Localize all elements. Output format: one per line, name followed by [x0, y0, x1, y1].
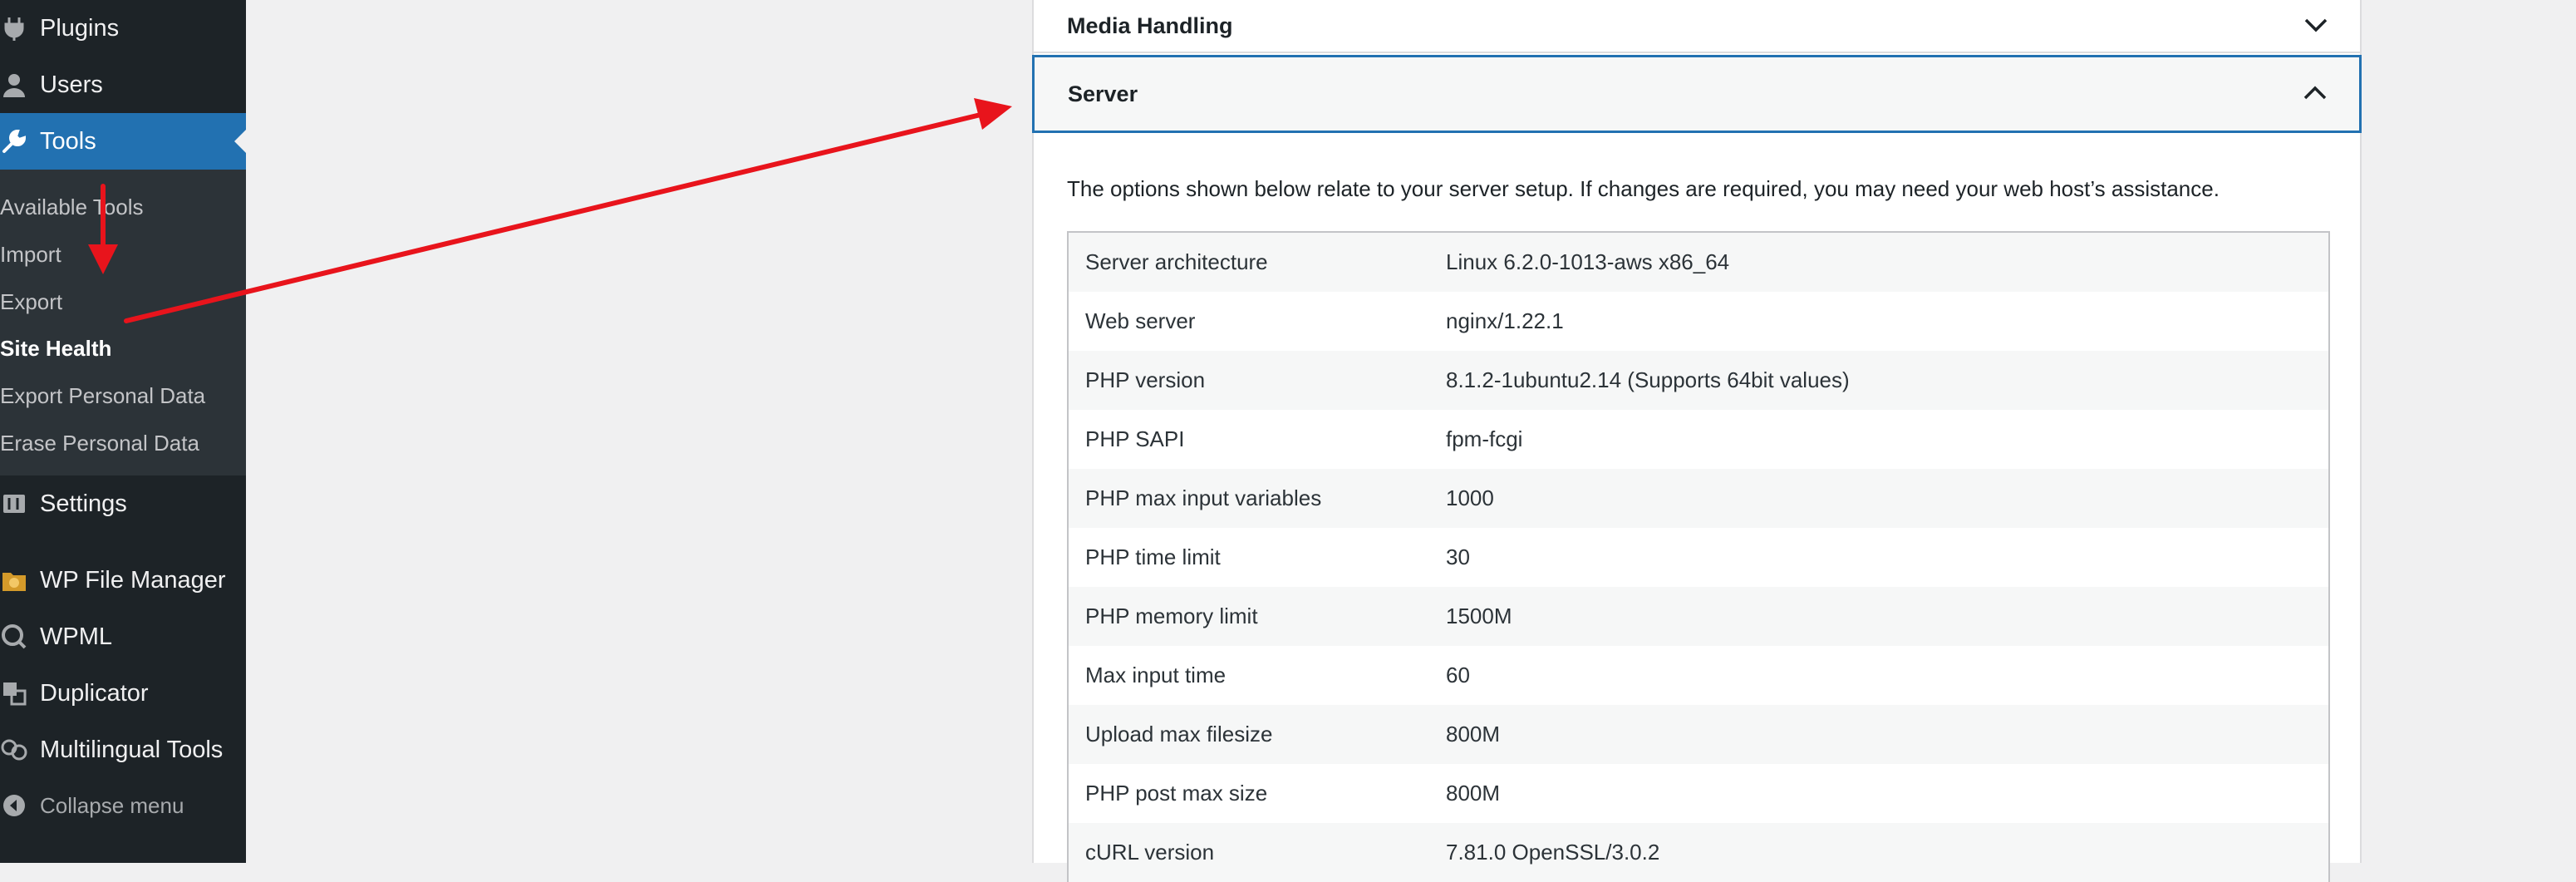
sidebar-item-label: Settings: [40, 490, 127, 517]
site-health-info-panel: Media Handling Server The options shown …: [1032, 0, 2362, 882]
table-row: Upload max filesize 800M: [1069, 705, 2328, 764]
row-key: PHP version: [1085, 367, 1206, 392]
row-value: 60: [1446, 663, 1470, 687]
row-key: PHP time limit: [1085, 544, 1221, 569]
row-value: 800M: [1446, 722, 1501, 746]
user-icon: [0, 71, 28, 99]
row-key: PHP SAPI: [1085, 426, 1185, 451]
table-row: PHP memory limit 1500M: [1069, 587, 2328, 646]
sidebar-item-label: Users: [40, 71, 103, 98]
multilingual-icon: [0, 736, 28, 764]
row-value: 1500M: [1446, 604, 1512, 628]
server-info-table: Server architecture Linux 6.2.0-1013-aws …: [1067, 231, 2330, 882]
duplicator-icon: [0, 679, 28, 707]
collapse-menu-label: Collapse menu: [40, 792, 184, 818]
accordion-media-handling[interactable]: Media Handling: [1034, 0, 2360, 53]
chevron-up-icon: [2303, 81, 2328, 107]
accordion-title: Media Handling: [1067, 12, 1233, 38]
row-key: Web server: [1085, 308, 1196, 333]
sidebar-item-multilingual-tools[interactable]: Multilingual Tools: [0, 722, 246, 778]
row-value: 7.81.0 OpenSSL/3.0.2: [1446, 840, 1660, 865]
row-value: 800M: [1446, 781, 1501, 806]
collapse-icon: [0, 791, 28, 820]
wpml-icon: [0, 623, 28, 651]
row-value: 8.1.2-1ubuntu2.14 (Supports 64bit values…: [1446, 367, 1850, 392]
submenu-item-site-health[interactable]: Site Health: [0, 328, 111, 369]
sidebar-item-wpml[interactable]: WPML: [0, 609, 246, 665]
row-key: Server architecture: [1085, 249, 1268, 274]
submenu-item-erase-personal-data[interactable]: Erase Personal Data: [0, 422, 199, 464]
admin-sidebar: Plugins Users Tools Available Tools Impo…: [0, 0, 246, 863]
sidebar-item-wp-file-manager[interactable]: WP File Manager: [0, 552, 246, 609]
row-key: PHP post max size: [1085, 781, 1268, 806]
collapse-menu-button[interactable]: Collapse menu: [0, 777, 246, 834]
sidebar-item-label: Plugins: [40, 14, 120, 42]
table-row: Max input time 60: [1069, 646, 2328, 705]
table-row: Server architecture Linux 6.2.0-1013-aws …: [1069, 233, 2328, 292]
server-description: The options shown below relate to your s…: [1067, 176, 2220, 201]
accordion-title: Server: [1068, 81, 1138, 106]
wrench-icon: [0, 127, 28, 155]
row-value: nginx/1.22.1: [1446, 308, 1564, 333]
row-key: cURL version: [1085, 840, 1215, 865]
tools-submenu: Available Tools Import Export Site Healt…: [0, 170, 246, 475]
submenu-item-export[interactable]: Export: [0, 281, 62, 323]
submenu-item-available-tools[interactable]: Available Tools: [0, 186, 144, 228]
sidebar-item-plugins[interactable]: Plugins: [0, 0, 246, 57]
settings-icon: [0, 490, 28, 518]
sidebar-item-users[interactable]: Users: [0, 57, 246, 113]
row-key: PHP max input variables: [1085, 485, 1322, 510]
sidebar-item-label: Tools: [40, 127, 96, 155]
table-row: cURL version 7.81.0 OpenSSL/3.0.2: [1069, 823, 2328, 882]
submenu-item-export-personal-data[interactable]: Export Personal Data: [0, 375, 205, 416]
accordion-server[interactable]: Server: [1032, 55, 2362, 133]
row-value: fpm-fcgi: [1446, 426, 1523, 451]
sidebar-item-settings[interactable]: Settings: [0, 475, 246, 532]
row-key: Max input time: [1085, 663, 1227, 687]
row-value: 30: [1446, 544, 1470, 569]
table-row: PHP post max size 800M: [1069, 764, 2328, 823]
sidebar-item-label: WP File Manager: [40, 566, 226, 594]
sidebar-item-duplicator[interactable]: Duplicator: [0, 665, 246, 722]
table-row: PHP time limit 30: [1069, 528, 2328, 587]
table-row: Web server nginx/1.22.1: [1069, 292, 2328, 351]
row-key: PHP memory limit: [1085, 604, 1258, 628]
sidebar-item-label: Duplicator: [40, 679, 149, 707]
row-key: Upload max filesize: [1085, 722, 1273, 746]
sidebar-item-label: Multilingual Tools: [40, 736, 224, 763]
chevron-down-icon: [2303, 13, 2328, 39]
table-row: PHP version 8.1.2-1ubuntu2.14 (Supports 6…: [1069, 351, 2328, 410]
row-value: 1000: [1446, 485, 1494, 510]
table-row: PHP max input variables 1000: [1069, 469, 2328, 528]
plugin-icon: [0, 14, 28, 42]
table-row: PHP SAPI fpm-fcgi: [1069, 410, 2328, 469]
sidebar-item-tools[interactable]: Tools: [0, 113, 246, 170]
sidebar-item-label: WPML: [40, 623, 112, 650]
file-manager-icon: [0, 566, 28, 594]
submenu-item-import[interactable]: Import: [0, 234, 61, 275]
row-value: Linux 6.2.0-1013-aws x86_64: [1446, 249, 1730, 274]
arrow-to-server-annotation: [124, 98, 1012, 323]
